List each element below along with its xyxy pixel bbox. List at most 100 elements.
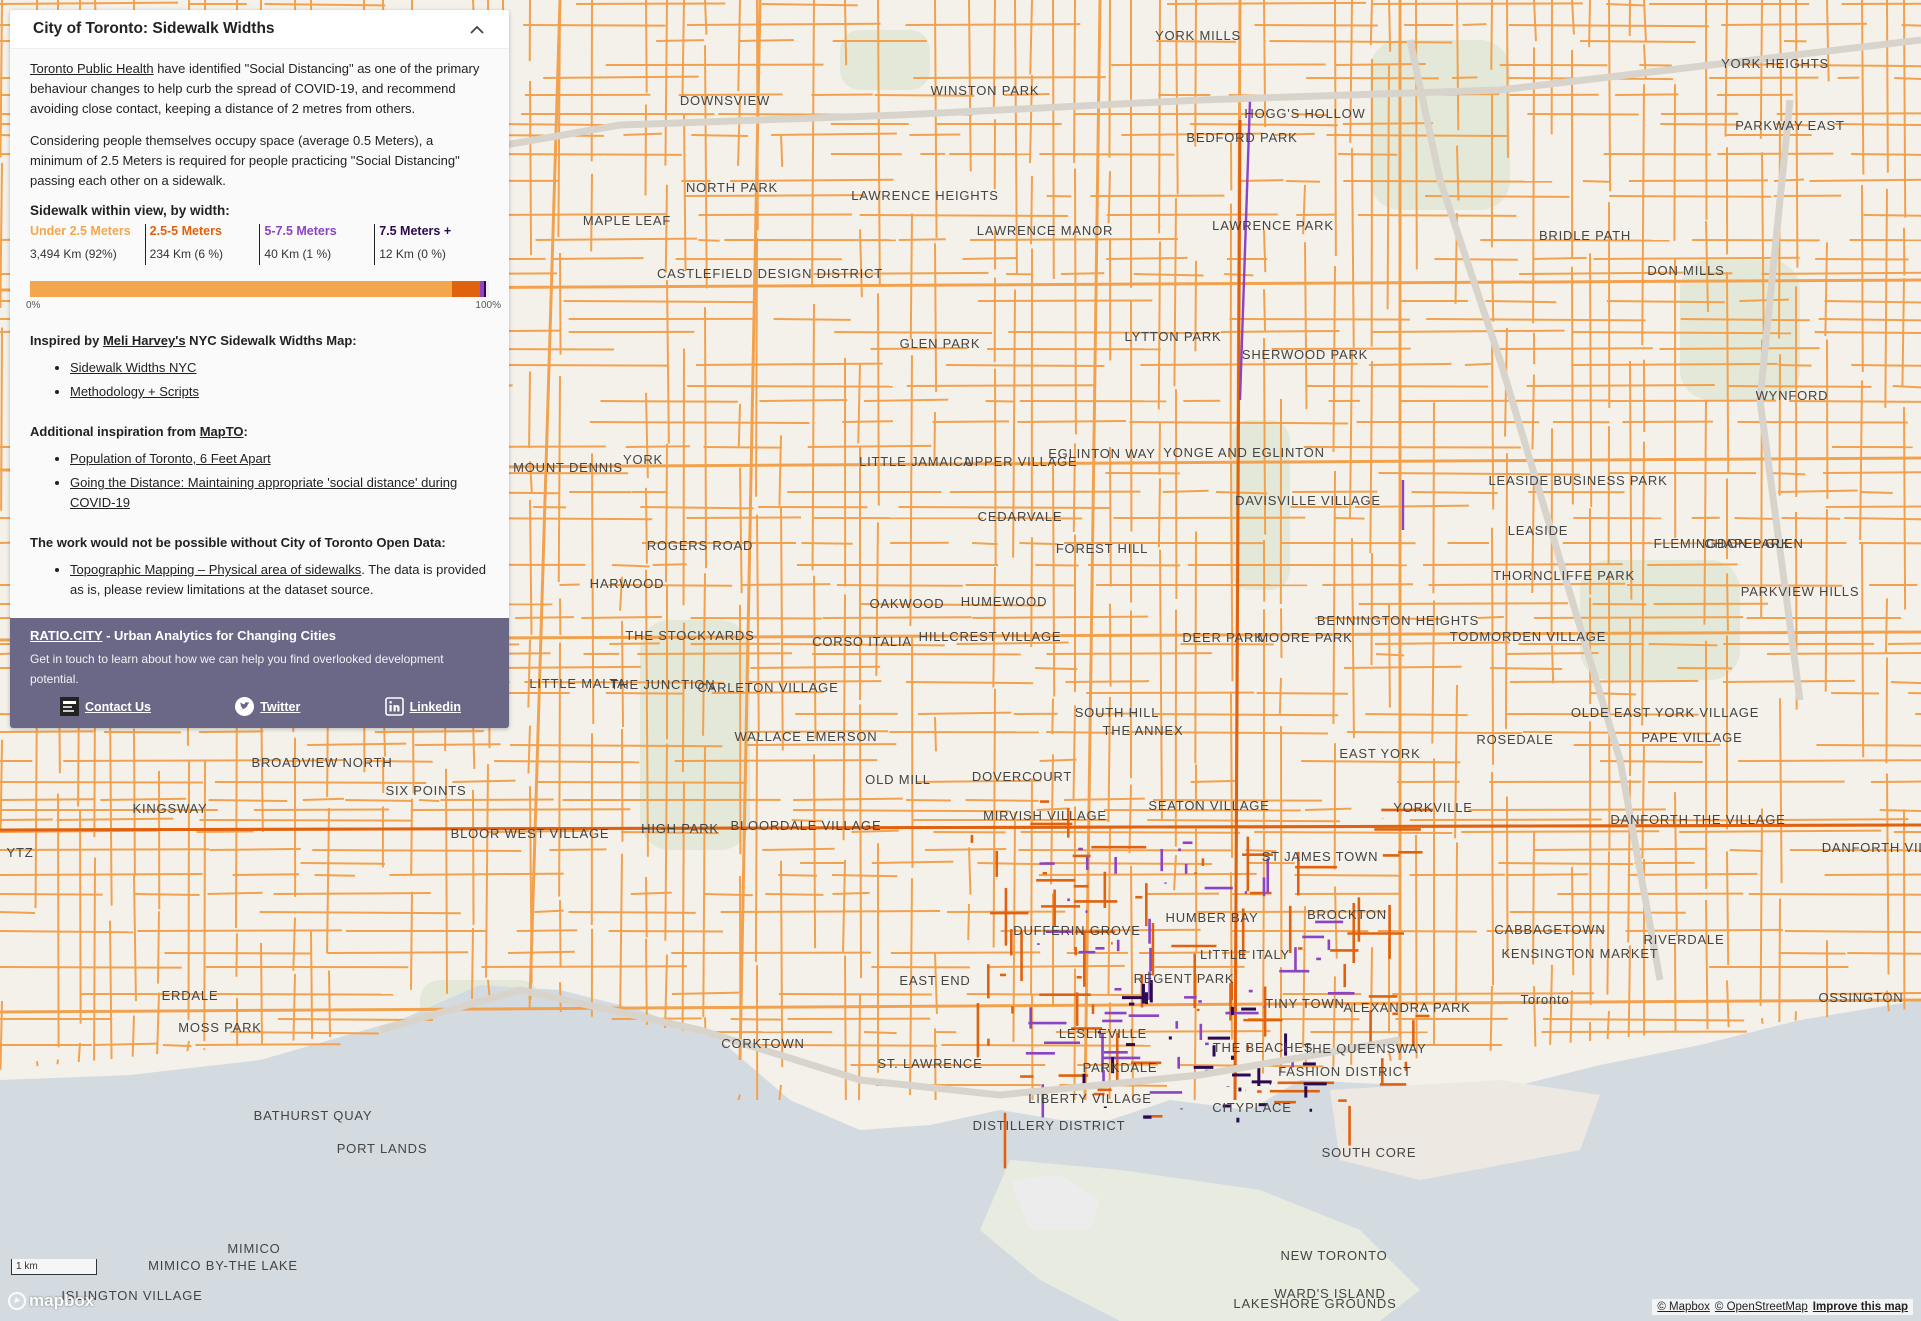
share-bar-segment (452, 281, 480, 297)
sidewalk-segment (494, 760, 640, 764)
sidewalk-segment (0, 872, 203, 876)
sidewalk-segment (0, 798, 95, 801)
sidewalk-segment (1772, 818, 1909, 821)
mapto-link[interactable]: MapTO (200, 424, 244, 439)
linkedin-link[interactable]: Linkedin (410, 700, 461, 714)
collapse-chevron-up-icon[interactable] (465, 17, 489, 41)
place-label: DAVISVILLE VILLAGE (1235, 493, 1381, 508)
sidewalk-segment (1386, 65, 1390, 310)
sidewalk-segment (523, 24, 666, 27)
place-label: DON MILLS (1647, 263, 1724, 278)
sidewalk-segment (652, 563, 687, 566)
sidewalk-segment (1455, 842, 1458, 1003)
sidewalk-segment (199, 819, 412, 822)
sidewalk-segment (978, 299, 1153, 302)
place-label: ST JAMES TOWN (1262, 849, 1379, 864)
topographic-mapping-link[interactable]: Topographic Mapping – Physical area of s… (70, 562, 361, 577)
panel-footer: RATIO.CITY - Urban Analytics for Changin… (10, 618, 509, 728)
twitter-link[interactable]: Twitter (260, 700, 300, 714)
sidewalk-segment (1061, 272, 1105, 275)
linkedin-button[interactable]: Linkedin (384, 697, 461, 716)
place-label: CITYPLACE (1212, 1100, 1291, 1115)
sidewalk-segment (739, 38, 794, 42)
going-the-distance-link[interactable]: Going the Distance: Maintaining appropri… (70, 475, 457, 510)
sidewalk-segment (1890, 681, 1921, 685)
contact-us-link[interactable]: Contact Us (85, 700, 151, 714)
sidewalk-segment (195, 1043, 341, 1046)
sidewalk-segment (1722, 679, 1855, 683)
share-bar-segment (30, 281, 453, 297)
place-label: BEDFORD PARK (1186, 130, 1297, 145)
contact-us-button[interactable]: Contact Us (60, 697, 151, 716)
mapbox-attribution-link[interactable]: © Mapbox (1657, 1301, 1710, 1313)
sidewalk-segment (1894, 77, 1921, 80)
sidewalk-segment (328, 970, 332, 1038)
bar-max-label: 100% (475, 300, 501, 311)
sidewalk-segment (730, 1018, 781, 1021)
population-toronto-link[interactable]: Population of Toronto, 6 Feet Apart (70, 451, 271, 466)
sidewalk-widths-nyc-link[interactable]: Sidewalk Widths NYC (70, 360, 196, 375)
place-label: MIMICO (227, 1241, 280, 1256)
place-label: KINGSWAY (132, 801, 207, 816)
sidewalk-segment (807, 444, 932, 448)
place-label: RIVERDALE (1644, 932, 1725, 947)
place-label: WALLACE EMERSON (735, 729, 878, 744)
sidewalk-segment (389, 872, 564, 876)
place-label: MOSS PARK (178, 1020, 262, 1035)
sidewalk-segment (535, 237, 698, 241)
place-label: LAWRENCE PARK (1212, 218, 1334, 233)
place-label: CABBAGETOWN (1494, 922, 1605, 937)
place-label: BATHURST QUAY (254, 1108, 373, 1123)
sidewalk-segment (832, 874, 898, 878)
sidewalk-segment (934, 243, 938, 392)
place-label: THE ANNEX (1103, 723, 1184, 738)
sidewalk-segment (871, 860, 954, 864)
sidewalk-segment (1154, 713, 1339, 717)
meli-harvey-link[interactable]: Meli Harvey's (103, 333, 186, 348)
place-label: BROADVIEW NORTH (251, 755, 392, 770)
sidewalk-segment (905, 681, 1034, 685)
legend-item-2-5-to-5: 2.5-5 Meters 234 Km (6 %) (144, 224, 260, 265)
twitter-button[interactable]: Twitter (235, 697, 300, 716)
sidewalk-segment (1726, 573, 1729, 631)
sidewalk-segment (1044, 862, 1212, 866)
sidewalk-segment (1263, 289, 1267, 331)
sidewalk-segment (1373, 2, 1583, 5)
place-label: DOVERCOURT (972, 769, 1072, 784)
sidewalk-segment (1628, 179, 1768, 182)
place-label: CEDARVALE (978, 509, 1063, 524)
place-label: SOUTH CORE (1322, 1145, 1417, 1160)
sidewalk-segment (589, 421, 810, 425)
place-label: ALEXANDRA PARK (1343, 1000, 1470, 1015)
sidewalk-segment (1428, 582, 1626, 586)
place-label: PARKVIEW HILLS (1741, 584, 1860, 599)
improve-map-link[interactable]: Improve this map (1813, 1301, 1908, 1313)
sidewalk-segment (1901, 24, 1921, 27)
place-label: NEW TORONTO (1280, 1248, 1387, 1263)
sidewalk-segment (909, 213, 913, 340)
place-label: YONGE AND EGLINTON (1163, 445, 1325, 460)
place-label: CORKTOWN (721, 1036, 804, 1051)
sidewalk-segment (813, 754, 817, 949)
sidewalk-segment (1190, 123, 1338, 127)
sidewalk-segment (133, 893, 200, 896)
sidewalk-segment (971, 542, 998, 546)
mapbox-logo[interactable]: mapbox (8, 1291, 94, 1311)
sidewalk-segment (100, 797, 187, 801)
place-label: PARKDALE (1083, 1060, 1158, 1075)
toronto-public-health-link[interactable]: Toronto Public Health (30, 61, 154, 76)
sidewalk-segment (1814, 331, 1921, 335)
sidewalk-segment (312, 849, 522, 852)
sidewalk-segment (196, 830, 254, 833)
place-label: ERDALE (162, 988, 219, 1003)
osm-attribution-link[interactable]: © OpenStreetMap (1715, 1301, 1808, 1313)
sidewalk-segment (0, 739, 3, 831)
additional-heading: Additional inspiration from MapTO: (30, 424, 489, 439)
mapbox-logo-icon (8, 1292, 26, 1310)
inspired-prefix: Inspired by (30, 333, 103, 348)
sidewalk-segment (695, 362, 883, 366)
ratio-city-link[interactable]: RATIO.CITY (30, 628, 102, 643)
sidewalk-segment (1680, 318, 1810, 322)
methodology-scripts-link[interactable]: Methodology + Scripts (70, 384, 199, 399)
sidewalk-segment (56, 817, 174, 821)
